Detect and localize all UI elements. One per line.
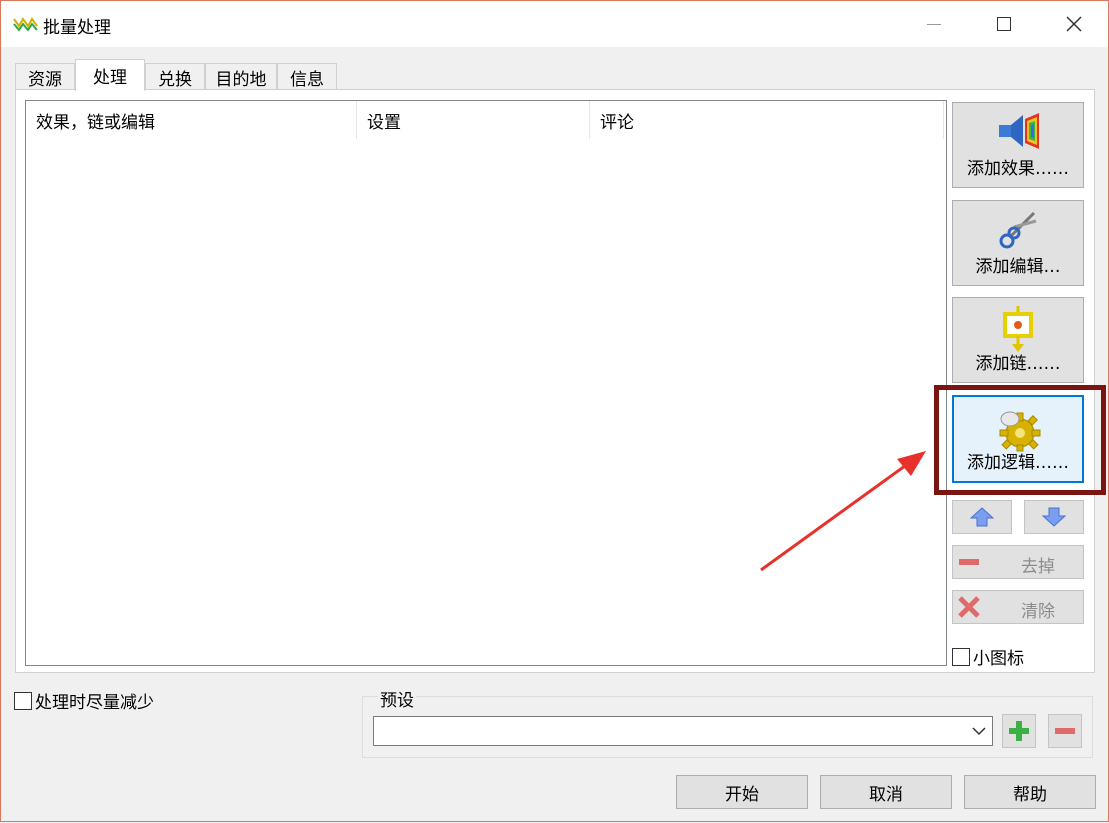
help-button[interactable]: 帮助 bbox=[964, 775, 1096, 809]
add-edit-button[interactable]: 添加编辑… bbox=[952, 200, 1084, 286]
close-icon bbox=[1066, 16, 1082, 32]
clear-button[interactable]: 清除 bbox=[952, 590, 1084, 624]
move-down-button[interactable] bbox=[1024, 500, 1084, 534]
plus-icon bbox=[1009, 721, 1029, 741]
cancel-button[interactable]: 取消 bbox=[820, 775, 952, 809]
minimize-option[interactable]: 处理时尽量减少 bbox=[14, 688, 154, 713]
speaker-effect-icon bbox=[999, 113, 1039, 149]
highlight-box bbox=[934, 385, 1106, 495]
chain-node-icon bbox=[1003, 306, 1033, 352]
column-header-comment[interactable]: 评论 bbox=[590, 101, 944, 139]
scissors-icon bbox=[999, 211, 1037, 249]
column-header-settings[interactable]: 设置 bbox=[357, 101, 590, 139]
add-preset-button[interactable] bbox=[1002, 714, 1036, 748]
clear-label: 清除 bbox=[1021, 602, 1055, 622]
title-bar[interactable]: 批量处理 bbox=[1, 1, 1108, 47]
arrow-down-icon bbox=[1042, 507, 1066, 527]
add-chain-button[interactable]: 添加链…… bbox=[952, 297, 1084, 383]
small-icons-checkbox[interactable] bbox=[952, 647, 970, 666]
preset-combo[interactable] bbox=[373, 716, 993, 746]
tab-destination[interactable]: 目的地 bbox=[205, 63, 277, 90]
add-edit-label: 添加编辑… bbox=[975, 257, 1061, 277]
minimize-button[interactable] bbox=[899, 1, 969, 47]
minimize-label: 处理时尽量减少 bbox=[35, 693, 154, 713]
tab-processing[interactable]: 处理 bbox=[75, 59, 145, 91]
maximize-icon bbox=[997, 17, 1011, 31]
effects-list[interactable]: 效果，链或编辑 设置 评论 bbox=[25, 100, 947, 666]
arrow-up-icon bbox=[970, 507, 994, 527]
small-icons-label: 小图标 bbox=[973, 649, 1024, 669]
tab-convert[interactable]: 兑换 bbox=[145, 63, 205, 90]
clear-x-icon bbox=[958, 596, 980, 618]
minimize-checkbox[interactable] bbox=[14, 691, 32, 710]
maximize-button[interactable] bbox=[969, 1, 1039, 47]
column-header-effect[interactable]: 效果，链或编辑 bbox=[26, 101, 357, 139]
minimize-icon bbox=[927, 23, 941, 25]
tab-info[interactable]: 信息 bbox=[277, 63, 337, 90]
chevron-down-icon bbox=[972, 727, 986, 736]
processing-panel: 效果，链或编辑 设置 评论 添加效果…… 添加编辑… 添加链…… 添加逻辑…… … bbox=[15, 89, 1095, 673]
window-title: 批量处理 bbox=[43, 18, 111, 38]
batch-process-window: 批量处理 资源 处理 兑换 目的地 信息 效果，链或编辑 设置 评论 添加效果…… bbox=[0, 0, 1109, 822]
close-button[interactable] bbox=[1039, 1, 1109, 47]
remove-label: 去掉 bbox=[1021, 557, 1055, 577]
move-up-button[interactable] bbox=[952, 500, 1012, 534]
app-wave-icon bbox=[13, 17, 38, 32]
start-button[interactable]: 开始 bbox=[676, 775, 808, 809]
small-icons-option[interactable]: 小图标 bbox=[952, 644, 1024, 669]
add-effect-label: 添加效果…… bbox=[967, 159, 1069, 179]
remove-button[interactable]: 去掉 bbox=[952, 545, 1084, 579]
add-effect-button[interactable]: 添加效果…… bbox=[952, 102, 1084, 188]
preset-legend: 预设 bbox=[378, 686, 416, 711]
minus-icon bbox=[1055, 728, 1075, 734]
tab-sources[interactable]: 资源 bbox=[15, 63, 75, 90]
minus-icon bbox=[959, 559, 979, 565]
remove-preset-button[interactable] bbox=[1048, 714, 1082, 748]
add-chain-label: 添加链…… bbox=[975, 354, 1061, 374]
